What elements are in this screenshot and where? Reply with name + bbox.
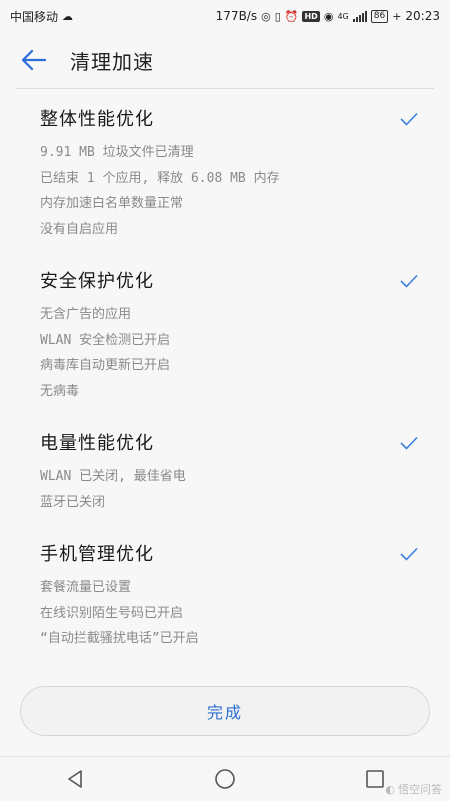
check-icon [400, 436, 418, 450]
list-item: 无病毒 [40, 383, 80, 399]
watermark: ◐ 悟空问答 [385, 781, 442, 797]
app-bar: 清理加速 [0, 32, 450, 88]
hd-icon: HD [302, 10, 320, 22]
list-item: “自动拦截骚扰电话”已开启 [40, 631, 199, 646]
list-item: 无含广告的应用 [40, 307, 132, 322]
status-bar: 中国移动 ☁ 177B/s ◎ ▯ ⏰ HD ◉ 4G 86 + 20:23 [0, 0, 450, 32]
charging-icon: + [392, 9, 402, 23]
list-item: 没有自启应用 [40, 221, 119, 237]
navigation-bar: ◐ 悟空问答 [0, 756, 450, 801]
check-icon [400, 274, 418, 288]
check-icon [400, 112, 418, 126]
square-recents-icon [366, 770, 384, 788]
triangle-back-icon [68, 770, 82, 788]
section-security-protection: 安全保护优化 无含广告的应用 WLAN 安全检测已开启 病毒库自动更新已开启 无… [0, 262, 450, 404]
watermark-text: 悟空问答 [398, 783, 442, 796]
section-overall-performance: 整体性能优化 9.91 MB 垃圾文件已清理 已结束 1 个应用, 释放 6.0… [0, 100, 450, 242]
eye-icon: ◉ [323, 9, 334, 23]
check-icon [400, 547, 418, 561]
list-item: 已结束 1 个应用, 释放 6.08 MB 内存 [40, 170, 280, 186]
alarm-icon: ⏰ [284, 9, 299, 23]
section-title: 手机管理优化 [40, 544, 154, 565]
done-button[interactable]: 完成 [20, 686, 430, 736]
list-item: WLAN 已关闭, 最佳省电 [40, 469, 186, 484]
hotspot-icon: ◎ [261, 9, 271, 23]
back-button[interactable] [6, 32, 62, 88]
battery-icon: 86 [370, 9, 389, 23]
carrier-label: 中国移动 [10, 9, 59, 24]
cloud-icon: ☁ [62, 9, 74, 23]
signal-icon [352, 10, 367, 22]
watermark-logo-icon: ◐ [385, 782, 395, 796]
optimization-list: 整体性能优化 9.91 MB 垃圾文件已清理 已结束 1 个应用, 释放 6.0… [0, 100, 450, 672]
back-arrow-icon [21, 49, 47, 71]
list-item: 9.91 MB 垃圾文件已清理 [40, 145, 194, 160]
list-item: WLAN 安全检测已开启 [40, 332, 171, 348]
list-item: 病毒库自动更新已开启 [40, 358, 171, 373]
network-speed: 177B/s [215, 9, 258, 23]
section-title: 整体性能优化 [40, 109, 154, 130]
list-item: 在线识别陌生号码已开启 [40, 605, 184, 621]
clock: 20:23 [405, 9, 440, 23]
section-power-performance: 电量性能优化 WLAN 已关闭, 最佳省电 蓝牙已关闭 [0, 424, 450, 515]
section-title: 电量性能优化 [40, 433, 154, 454]
page-title: 清理加速 [70, 49, 154, 74]
section-phone-management: 手机管理优化 套餐流量已设置 在线识别陌生号码已开启 “自动拦截骚扰电话”已开启 [0, 535, 450, 652]
list-item: 内存加速白名单数量正常 [40, 196, 184, 211]
circle-home-icon [215, 769, 235, 789]
list-item: 蓝牙已关闭 [40, 494, 106, 510]
section-title: 安全保护优化 [40, 271, 154, 292]
nav-home-button[interactable] [203, 757, 247, 801]
list-item: 套餐流量已设置 [40, 580, 132, 595]
network-type: 4G [337, 11, 349, 21]
vibrate-icon: ▯ [274, 9, 281, 23]
header-divider [16, 88, 434, 89]
nav-back-button[interactable] [53, 757, 97, 801]
